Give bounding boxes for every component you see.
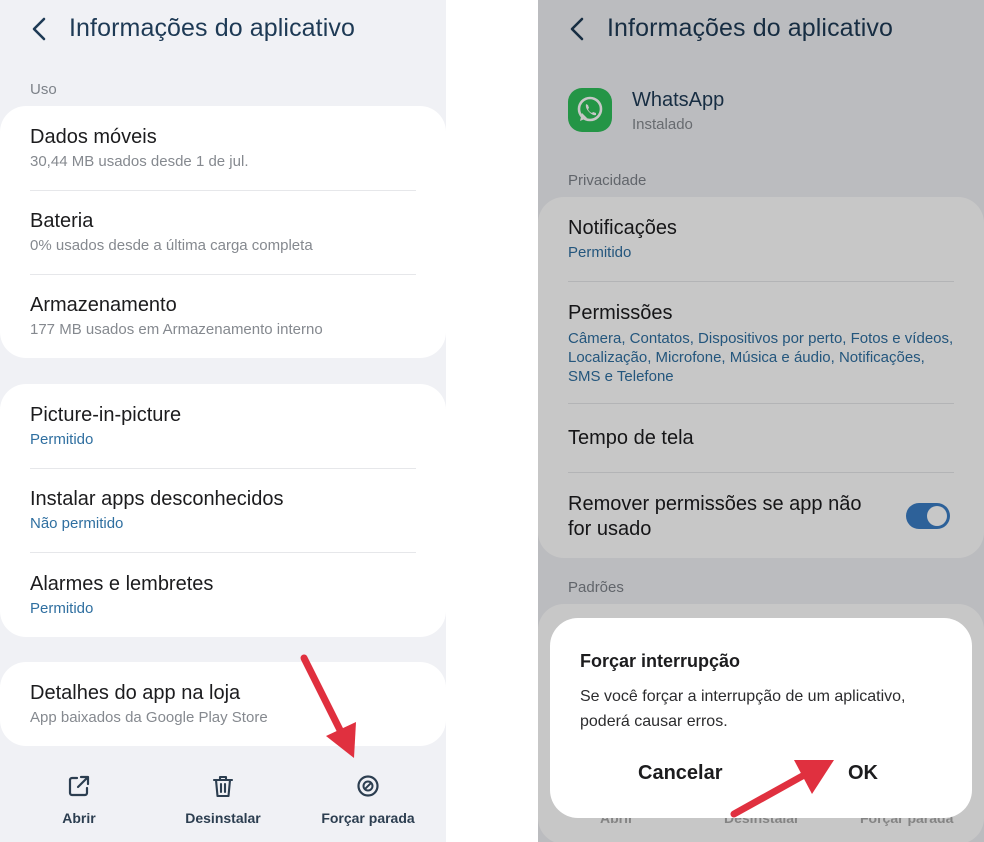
- cancel-button[interactable]: Cancelar: [638, 762, 723, 785]
- store-card: Detalhes do app na loja App baixados da …: [0, 662, 446, 746]
- list-item-store-details[interactable]: Detalhes do app na loja App baixados da …: [30, 682, 416, 726]
- list-item-battery[interactable]: Bateria 0% usados desde a última carga c…: [30, 210, 416, 254]
- section-label-usage: Uso: [30, 81, 57, 98]
- item-status: Permitido: [30, 431, 94, 448]
- app-bar: Informações do aplicativo: [0, 0, 446, 60]
- list-item-mobile-data[interactable]: Dados móveis 30,44 MB usados desde 1 de …: [30, 126, 416, 170]
- panel-gap: [446, 0, 538, 842]
- usage-card: Dados móveis 30,44 MB usados desde 1 de …: [0, 106, 446, 358]
- divider: [30, 190, 416, 191]
- item-subtitle: 177 MB usados em Armazenamento interno: [30, 321, 323, 338]
- item-title: Picture-in-picture: [30, 404, 182, 426]
- ok-button[interactable]: OK: [848, 762, 878, 785]
- dialog-title: Forçar interrupção: [580, 651, 741, 671]
- permissions-card: Picture-in-picture Permitido Instalar ap…: [0, 384, 446, 637]
- back-arrow-icon[interactable]: [26, 12, 56, 46]
- bottom-action-bar: Abrir Desinstalar Forçar parada: [0, 762, 446, 842]
- list-item-alarms-reminders[interactable]: Alarmes e lembretes Permitido: [30, 573, 416, 617]
- list-item-install-unknown-apps[interactable]: Instalar apps desconhecidos Não permitid…: [30, 488, 416, 532]
- list-item-storage[interactable]: Armazenamento 177 MB usados em Armazenam…: [30, 294, 416, 338]
- left-screen: Informações do aplicativo Uso Dados móve…: [0, 0, 446, 842]
- item-title: Alarmes e lembretes: [30, 573, 214, 595]
- trash-icon: [212, 775, 234, 798]
- force-stop-dialog: Forçar interrupção Se você forçar a inte…: [550, 618, 972, 818]
- item-subtitle: 0% usados desde a última carga completa: [30, 237, 313, 254]
- force-stop-button[interactable]: Forçar parada: [314, 772, 422, 826]
- divider: [30, 552, 416, 553]
- divider: [30, 274, 416, 275]
- page-title: Informações do aplicativo: [69, 14, 355, 42]
- open-label: Abrir: [62, 810, 96, 826]
- item-status: Permitido: [30, 600, 94, 617]
- item-title: Instalar apps desconhecidos: [30, 488, 284, 510]
- right-screen: Informações do aplicativo WhatsApp Insta…: [538, 0, 984, 842]
- block-icon: [357, 775, 379, 797]
- uninstall-label: Desinstalar: [185, 810, 261, 826]
- item-subtitle: 30,44 MB usados desde 1 de jul.: [30, 153, 249, 170]
- item-title: Armazenamento: [30, 294, 177, 316]
- item-title: Dados móveis: [30, 126, 157, 148]
- list-item-picture-in-picture[interactable]: Picture-in-picture Permitido: [30, 404, 416, 448]
- open-button[interactable]: Abrir: [52, 772, 106, 826]
- divider: [30, 468, 416, 469]
- item-title: Bateria: [30, 210, 94, 232]
- dialog-message: Se você forçar a interrupção de um aplic…: [580, 688, 906, 730]
- item-status: Não permitido: [30, 515, 124, 532]
- uninstall-button[interactable]: Desinstalar: [172, 772, 274, 826]
- item-title: Detalhes do app na loja: [30, 682, 241, 704]
- item-subtitle: App baixados da Google Play Store: [30, 709, 268, 726]
- open-external-icon: [68, 775, 90, 797]
- force-stop-label: Forçar parada: [321, 810, 415, 826]
